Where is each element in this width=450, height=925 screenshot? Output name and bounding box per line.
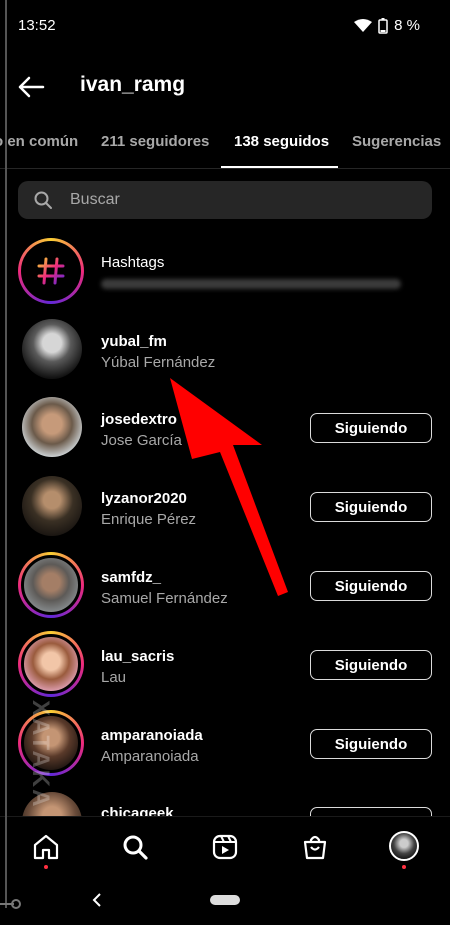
reels-icon[interactable] (211, 833, 239, 861)
hashtags-row[interactable]: Hashtags (0, 231, 450, 309)
left-edge-knob (11, 899, 21, 909)
following-button[interactable]: Siguiendo (310, 413, 432, 443)
hashtag-avatar (18, 238, 84, 304)
list-item[interactable]: lyzanor2020 Enrique Pérez Siguiendo (0, 467, 450, 545)
search-nav-icon[interactable] (121, 833, 149, 861)
list-item-username: chicageek (101, 805, 174, 816)
status-time: 13:52 (18, 17, 56, 34)
wifi-icon (354, 18, 373, 32)
avatar (22, 319, 82, 379)
search-input[interactable]: Buscar (18, 181, 432, 219)
shop-icon[interactable] (301, 833, 329, 861)
status-icons: 8 % (354, 17, 420, 34)
tab-following[interactable]: 138 seguidos (234, 133, 329, 150)
hashtags-blurred-list (101, 279, 401, 289)
list-item-username: josedextro (101, 411, 177, 428)
list-item-fullname: Enrique Pérez (101, 511, 197, 528)
list-item-username: yubal_fm (101, 333, 167, 350)
active-tab-indicator (221, 166, 338, 168)
home-icon[interactable] (32, 833, 60, 861)
list-item-fullname: Samuel Fernández (101, 590, 228, 607)
tab-followers[interactable]: 211 seguidores (101, 133, 209, 150)
list-item[interactable]: josedextro Jose García Siguiendo (0, 389, 450, 467)
list-item-username: samfdz_ (101, 569, 162, 586)
list-item-username: amparanoiada (101, 727, 203, 744)
list-item-fullname: Jose García (101, 432, 182, 449)
list-item-fullname: Yúbal Fernández (101, 354, 216, 371)
avatar (22, 476, 82, 536)
tab-suggestions[interactable]: Sugerencias (352, 133, 441, 150)
battery-icon (378, 17, 388, 34)
header: ivan_ramg (0, 58, 450, 114)
list-item[interactable]: chicageek Siguiendo (0, 784, 450, 816)
hashtags-label: Hashtags (101, 254, 165, 271)
tab-bar: o en común 211 seguidores 138 seguidos S… (0, 118, 450, 169)
status-bar: 13:52 8 % (0, 0, 450, 52)
left-edge-line (5, 0, 7, 908)
list-item-username: lau_sacris (101, 648, 175, 665)
page-title: ivan_ramg (80, 73, 186, 96)
profile-notification-dot (402, 865, 406, 869)
list-item[interactable]: samfdz_ Samuel Fernández Siguiendo (0, 547, 450, 625)
notification-dot (44, 865, 48, 869)
search-icon (34, 191, 52, 209)
back-arrow-icon[interactable] (16, 72, 46, 102)
avatar (18, 552, 84, 618)
system-back-icon[interactable] (92, 893, 102, 907)
battery-level: 8 % (394, 17, 420, 34)
avatar (22, 397, 82, 457)
list-item[interactable]: amparanoiada Amparanoiada Siguiendo (0, 705, 450, 783)
following-button[interactable]: Siguiendo (310, 650, 432, 680)
system-gesture-bar (0, 876, 450, 925)
list-item-fullname: Amparanoiada (101, 748, 199, 765)
list-item[interactable]: lau_sacris Lau Siguiendo (0, 626, 450, 704)
avatar (18, 631, 84, 697)
following-button[interactable]: Siguiendo (310, 571, 432, 601)
profile-avatar[interactable] (389, 831, 419, 861)
hashtag-icon (37, 257, 65, 285)
list-item[interactable]: yubal_fm Yúbal Fernández (0, 311, 450, 389)
following-button[interactable]: Siguiendo (310, 807, 432, 816)
list-item-fullname: Lau (101, 669, 127, 686)
following-button[interactable]: Siguiendo (310, 492, 432, 522)
bottom-nav (0, 816, 450, 877)
list-item-username: lyzanor2020 (101, 490, 187, 507)
tab-in-common[interactable]: o en común (0, 133, 78, 150)
home-pill[interactable] (210, 895, 240, 905)
search-placeholder: Buscar (70, 191, 120, 208)
following-button[interactable]: Siguiendo (310, 729, 432, 759)
